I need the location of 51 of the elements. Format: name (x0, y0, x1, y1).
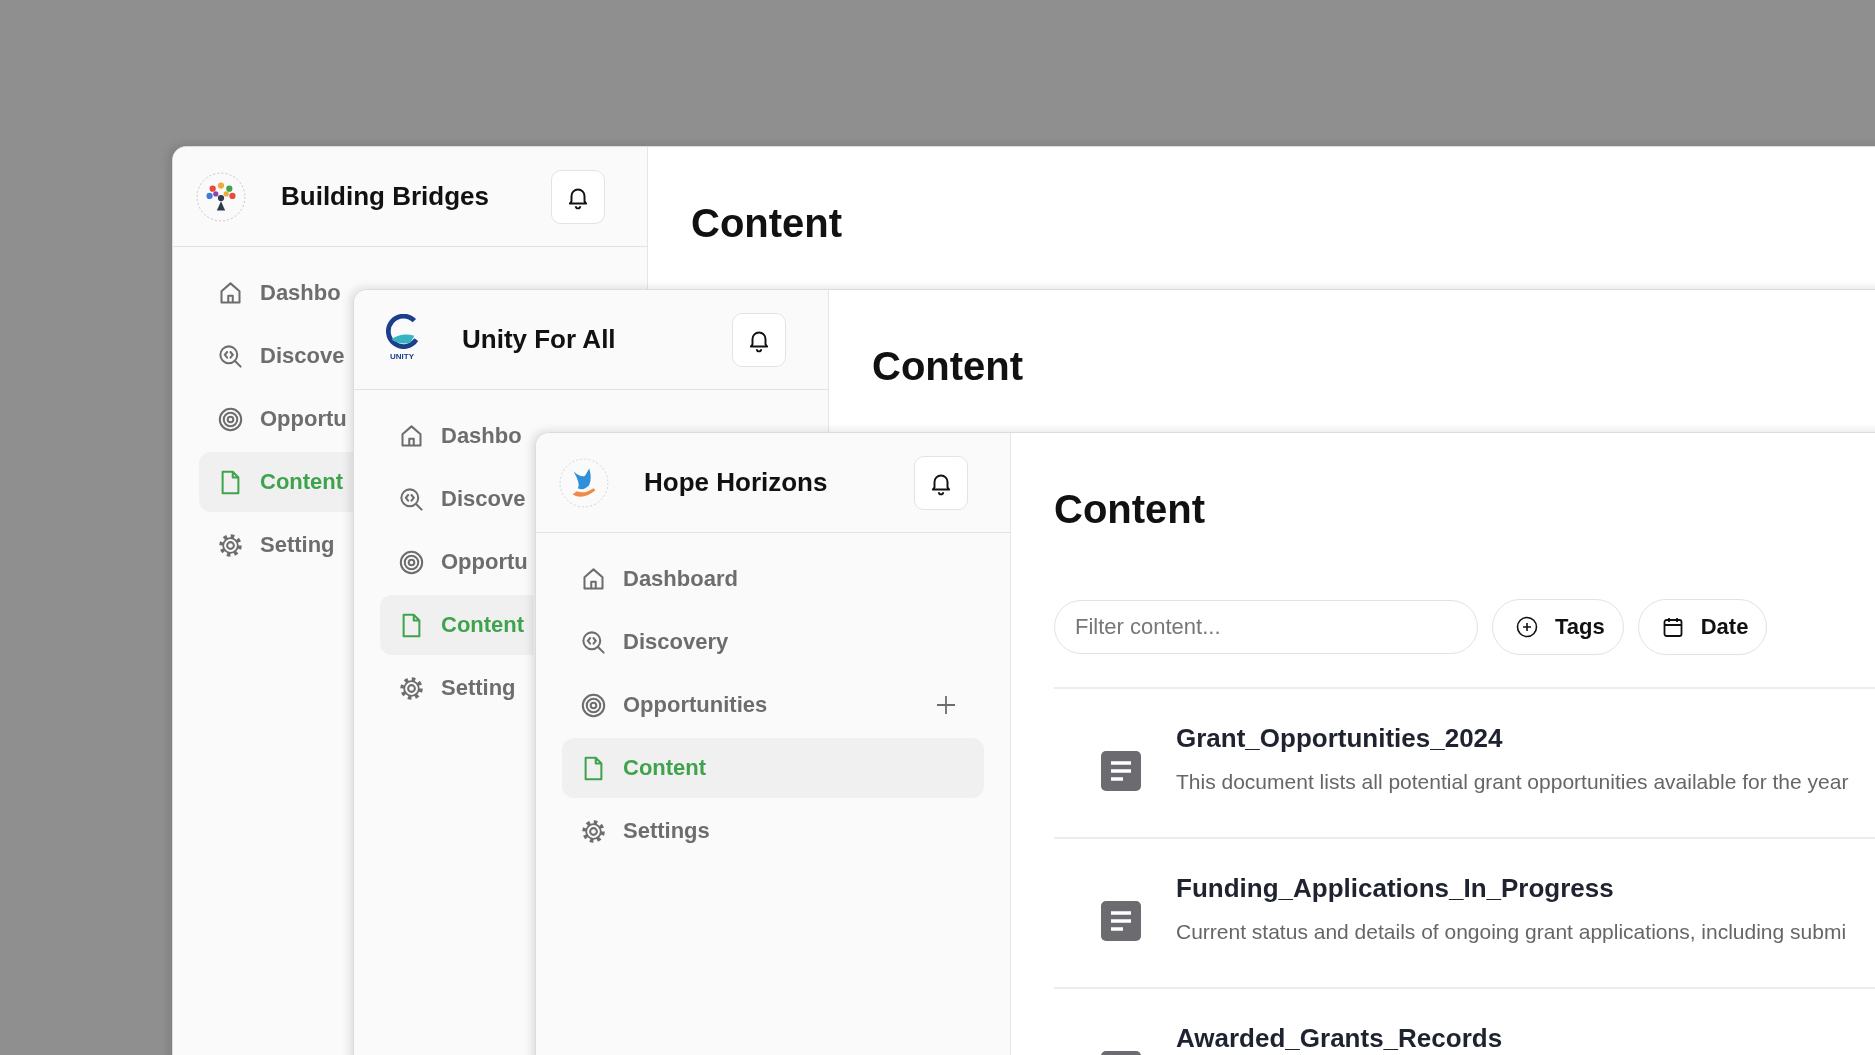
page-title: Content (1054, 486, 1207, 533)
nav-item[interactable]: Content (199, 452, 353, 512)
filter-button[interactable]: Date (1637, 599, 1768, 655)
document-title[interactable]: Funding_Applications_In_Progress (1176, 873, 1847, 904)
filter-field[interactable]: Filter content... (1054, 600, 1478, 654)
page-title: Content (691, 200, 844, 247)
target-icon (398, 548, 425, 576)
document-title[interactable]: Grant_Opportunities_2024 (1176, 723, 1849, 754)
nav-item[interactable]: Dashbo (199, 263, 353, 323)
nav-item[interactable]: Dashbo (380, 406, 534, 466)
page-title: Content (872, 343, 1025, 390)
settings-icon (217, 531, 244, 559)
tree-logo-icon (195, 170, 247, 223)
nav-item[interactable]: Opportu (199, 389, 353, 449)
logo-text: UNITY (390, 351, 414, 362)
target-icon (580, 691, 607, 719)
add-circle-icon (1515, 615, 1539, 639)
nav-item[interactable]: Opportu (380, 532, 534, 592)
notifications-button[interactable] (732, 312, 786, 367)
organization-name: Hope Horizons (644, 467, 829, 498)
nav-item[interactable]: Content (562, 738, 984, 798)
nav-item[interactable]: Setting (380, 658, 534, 718)
notifications-button[interactable] (551, 169, 605, 224)
nav-item[interactable]: Setting (199, 515, 353, 575)
search-code-icon (398, 485, 425, 513)
target-icon (217, 405, 244, 433)
nav-item[interactable]: Dashboard (562, 549, 984, 609)
home-icon (217, 279, 244, 307)
settings-icon (580, 817, 607, 845)
add-icon[interactable] (934, 693, 958, 717)
nav-item[interactable]: Opportunities (562, 675, 984, 735)
home-icon (580, 565, 607, 593)
notifications-button[interactable] (914, 455, 968, 510)
nav-item[interactable]: Discovery (562, 612, 984, 672)
nav-item[interactable]: Discove (199, 326, 353, 386)
document-icon (1101, 751, 1141, 791)
document-description: Current status and details of ongoing grant applications, including submi (1176, 920, 1847, 944)
bird-logo-icon (558, 456, 610, 509)
document-description: This document lists all potential grant opportunities available for the year (1176, 770, 1849, 794)
document-icon (1101, 901, 1141, 941)
home-icon (398, 422, 425, 450)
document-title[interactable]: Awarded_Grants_Records (1176, 1023, 1503, 1054)
nav-item[interactable]: Content (380, 595, 534, 655)
nav-item[interactable]: Settings (562, 801, 984, 861)
organization-name: Building Bridges (281, 181, 490, 212)
filter-button[interactable]: Tags (1492, 599, 1624, 655)
search-code-icon (217, 342, 244, 370)
organization-name: Unity For All (462, 324, 617, 355)
search-code-icon (580, 628, 607, 656)
nav-item[interactable]: Discove (380, 469, 534, 529)
settings-icon (398, 674, 425, 702)
